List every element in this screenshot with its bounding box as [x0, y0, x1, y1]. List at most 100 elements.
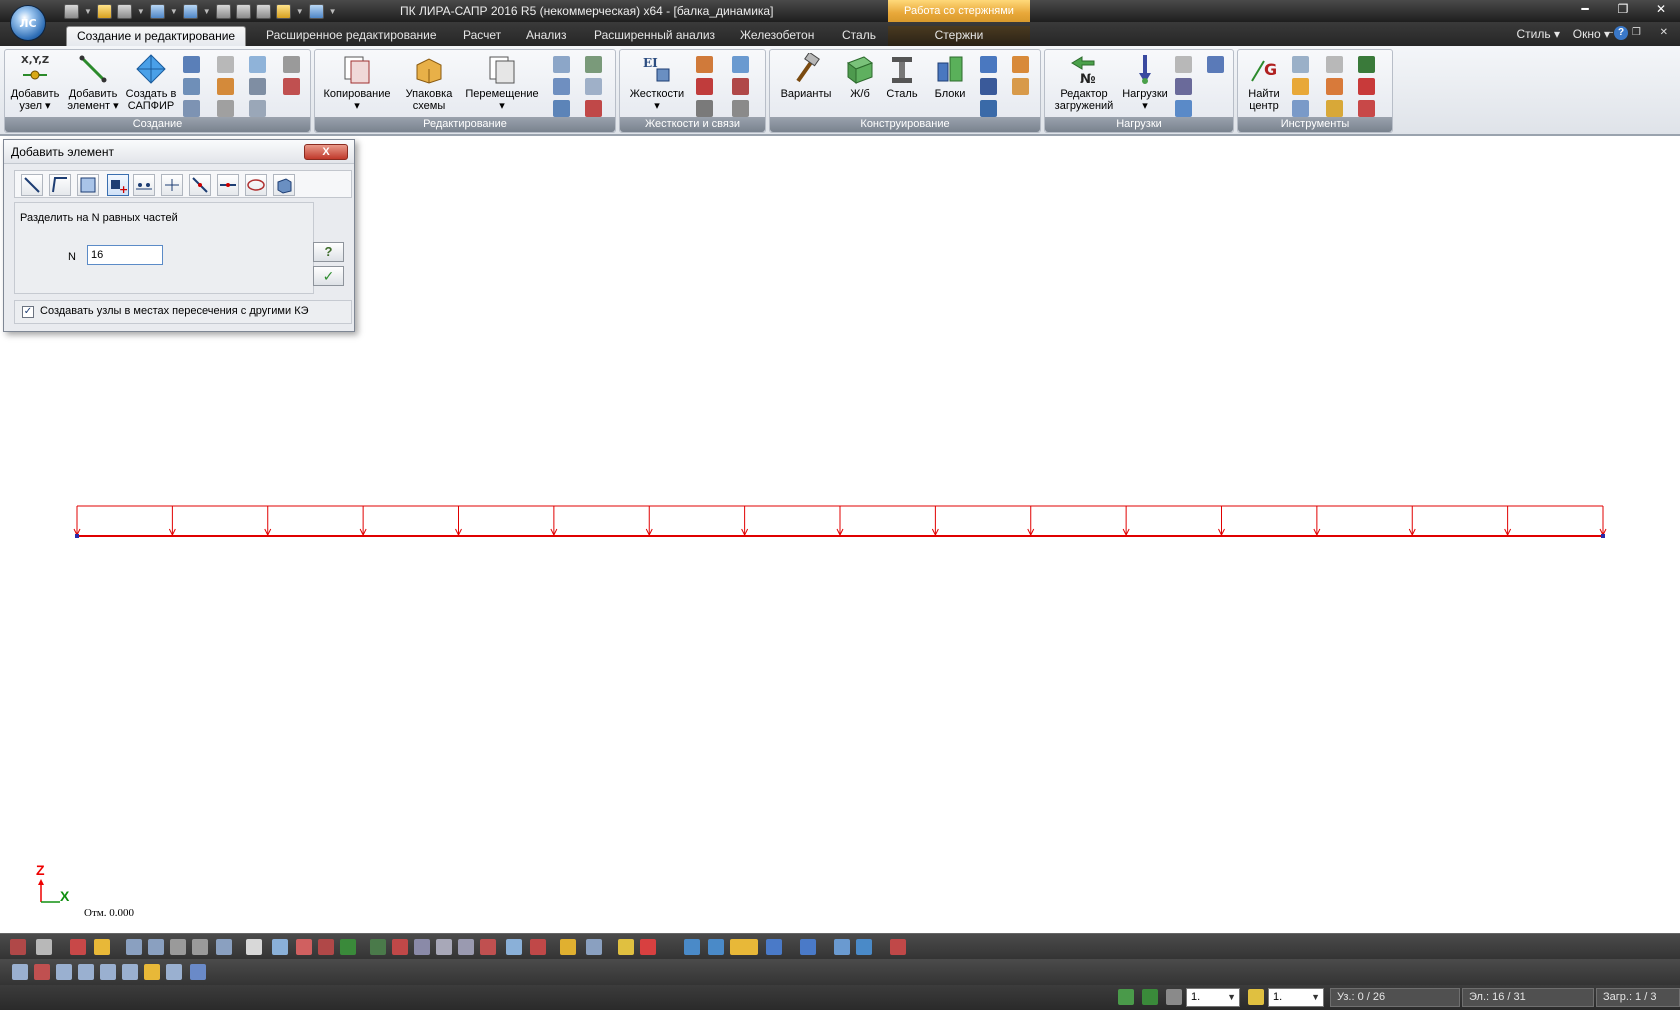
diagonal-split-icon[interactable]	[189, 174, 211, 196]
plane-yz-icon[interactable]	[800, 939, 816, 955]
rotate-icon[interactable]	[553, 78, 570, 95]
view-right-icon[interactable]	[78, 964, 94, 980]
mdi-window-controls[interactable]: ‒ ❐ ✕	[1608, 27, 1676, 38]
zoom-all-icon[interactable]	[36, 939, 52, 955]
fillet-icon[interactable]	[283, 56, 300, 73]
prev-case-icon[interactable]	[1142, 989, 1158, 1005]
copy-button[interactable]: Копирование ▾	[319, 53, 395, 112]
minimize-icon[interactable]: ━	[1566, 0, 1604, 18]
export-icon[interactable]	[235, 3, 251, 19]
bar-element-icon[interactable]	[21, 174, 43, 196]
ellipse-element-icon[interactable]	[245, 174, 267, 196]
divide-element-icon[interactable]	[133, 174, 155, 196]
select-elements-icon[interactable]	[392, 939, 408, 955]
select-solids-icon[interactable]	[458, 939, 474, 955]
mesh-icon[interactable]	[249, 78, 266, 95]
align-icon[interactable]	[980, 100, 997, 117]
numbering-icon[interactable]	[1292, 56, 1309, 73]
tab-reinforced-concrete[interactable]: Железобетон	[730, 26, 824, 46]
solid-element-icon[interactable]	[273, 174, 295, 196]
view-top-icon[interactable]	[100, 964, 116, 980]
function-icon[interactable]	[217, 100, 234, 117]
next-case-icon[interactable]	[1166, 989, 1182, 1005]
palette-icon[interactable]	[1358, 78, 1375, 95]
magnifier-icon[interactable]	[506, 939, 522, 955]
frame-icon[interactable]	[283, 78, 300, 95]
scale-icon[interactable]	[585, 78, 602, 95]
close-icon[interactable]: ✕	[1642, 0, 1680, 18]
camera-icon[interactable]	[255, 3, 271, 19]
tr-section-icon[interactable]	[1012, 78, 1029, 95]
hide-icon[interactable]	[318, 939, 334, 955]
loads-button[interactable]: Нагрузки ▾	[1117, 53, 1173, 112]
open-file-icon[interactable]	[96, 3, 112, 19]
restore-view-icon[interactable]	[340, 939, 356, 955]
steel-button[interactable]: Сталь	[882, 53, 922, 100]
tab-advanced-analysis[interactable]: Расширенный анализ	[584, 26, 725, 46]
distributed-load-icon[interactable]	[1175, 78, 1192, 95]
dropdown-arrow-icon[interactable]: ▼	[296, 7, 304, 16]
view-left-icon[interactable]	[56, 964, 72, 980]
apply-button[interactable]: ✓	[313, 266, 344, 286]
new-file-icon[interactable]	[64, 3, 79, 19]
print-icon[interactable]	[215, 3, 231, 19]
view-back-icon[interactable]	[34, 964, 50, 980]
save-icon[interactable]	[116, 3, 132, 19]
view-iso-icon[interactable]	[144, 964, 160, 980]
fragment-icon[interactable]	[70, 939, 86, 955]
blocks-button[interactable]: Блоки	[930, 53, 970, 100]
measure-icon[interactable]	[560, 939, 576, 955]
n-input[interactable]	[87, 245, 163, 265]
cross-icon[interactable]	[980, 78, 997, 95]
sequence-icon[interactable]	[1326, 56, 1343, 73]
hinge-icon[interactable]	[696, 56, 713, 73]
tab-steel[interactable]: Сталь	[832, 26, 886, 46]
select-all-icon[interactable]	[480, 939, 496, 955]
plane-xz-icon[interactable]	[730, 939, 758, 955]
pencil-icon[interactable]	[618, 939, 634, 955]
split-element-icon[interactable]: +	[107, 174, 129, 196]
select-plates-icon[interactable]	[436, 939, 452, 955]
broken-line-element-icon[interactable]	[49, 174, 71, 196]
tab-advanced-edit[interactable]: Расширенное редактирование	[256, 26, 447, 46]
move-button[interactable]: Перемещение ▾	[463, 53, 541, 112]
redo-icon[interactable]	[182, 3, 198, 19]
dropdown-arrow-icon[interactable]	[246, 939, 262, 955]
load-copy-icon[interactable]	[1207, 56, 1224, 73]
tab-analysis[interactable]: Анализ	[516, 26, 577, 46]
truss-icon[interactable]	[183, 78, 200, 95]
cut-icon[interactable]	[553, 56, 570, 73]
plate-element-icon[interactable]	[77, 174, 99, 196]
pencil-status-icon[interactable]	[1248, 989, 1264, 1005]
dropdown-arrow-icon[interactable]: ▼	[137, 7, 145, 16]
axes-icon[interactable]	[684, 939, 700, 955]
view-bottom-icon[interactable]	[122, 964, 138, 980]
tab-rods[interactable]: Стержни	[888, 26, 1030, 46]
load-tools-icon[interactable]	[1175, 100, 1192, 117]
plane-xy-icon[interactable]	[766, 939, 782, 955]
zoom-in-icon[interactable]	[148, 939, 164, 955]
dropdown-arrow-icon[interactable]: ▼	[170, 7, 178, 16]
zoom-tool-icon[interactable]	[1292, 100, 1309, 117]
customize-qat-icon[interactable]: ▼	[329, 7, 337, 16]
dialog-close-button[interactable]: X	[304, 144, 348, 160]
stage-combo[interactable]: 1. ▼	[1268, 988, 1324, 1007]
t-section-icon[interactable]	[1012, 56, 1029, 73]
variants-button[interactable]: Варианты	[776, 53, 836, 100]
application-menu-button[interactable]: ЛС	[10, 5, 46, 41]
wizard-icon[interactable]	[275, 3, 291, 19]
window-menu[interactable]: Окно ▾	[1573, 27, 1610, 41]
stiffness-button[interactable]: EI Жесткости ▾	[626, 53, 688, 112]
load-case-combo[interactable]: 1. ▼	[1186, 988, 1240, 1007]
mirror-icon[interactable]	[585, 56, 602, 73]
select-nodes-icon[interactable]	[370, 939, 386, 955]
dropdown-arrow-icon[interactable]: ▼	[203, 7, 211, 16]
load-case-icon[interactable]	[1175, 56, 1192, 73]
coordinate-icon[interactable]	[890, 939, 906, 955]
create-nodes-checkbox[interactable]: ✓	[22, 306, 34, 318]
refresh-icon[interactable]	[1292, 78, 1309, 95]
undo-icon[interactable]	[149, 3, 165, 19]
add-element-button[interactable]: Добавить элемент ▾	[65, 53, 121, 112]
sum-icon[interactable]	[1358, 56, 1375, 73]
constraint-icon[interactable]	[696, 78, 713, 95]
